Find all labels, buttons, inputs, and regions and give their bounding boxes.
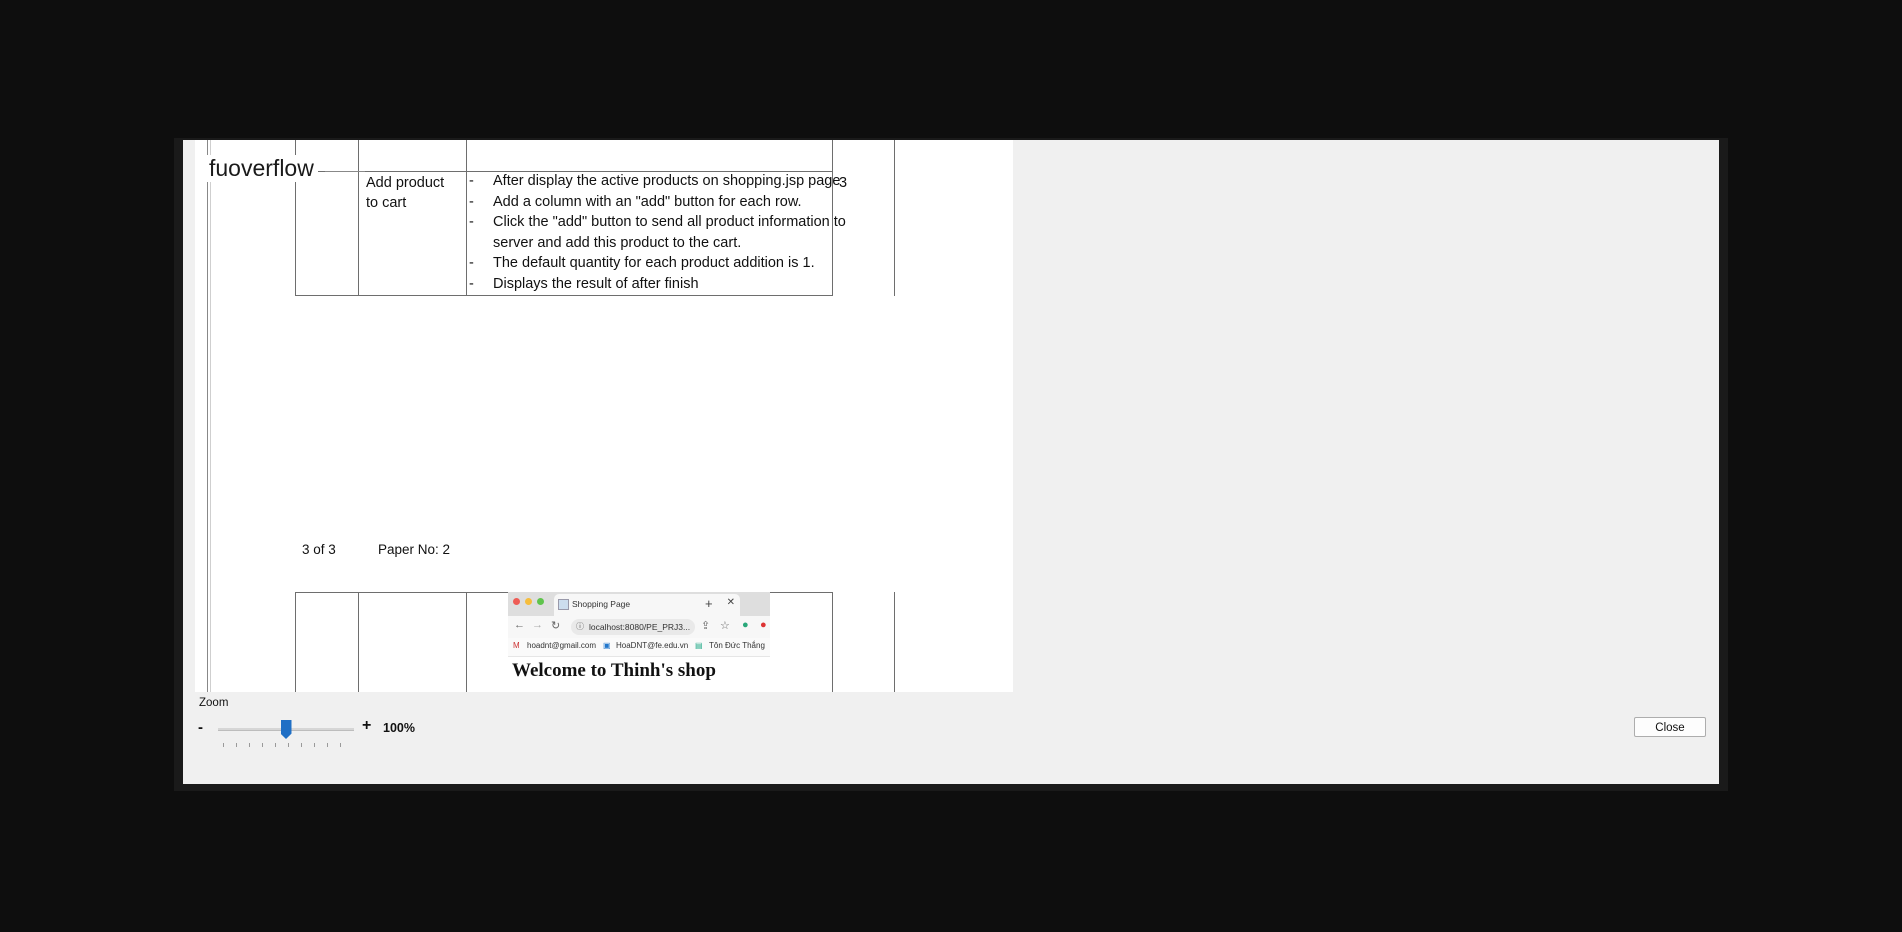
image-viewer-window: Add product to cart - After display the a…	[183, 140, 1719, 784]
reload-icon: ↻	[551, 620, 561, 632]
shop-heading: Welcome to Thinh's shop	[512, 660, 716, 681]
extension-icon: ●	[742, 619, 749, 631]
zoom-value: 100%	[383, 721, 415, 735]
requirement-text: The default quantity for each product ad…	[493, 255, 815, 272]
bookmarks-bar: M hoadnt@gmail.com ▣ HoaDNT@fe.edu.vn ▤ …	[508, 638, 770, 657]
requirement-text: Add a column with an "add" button for ea…	[493, 193, 802, 210]
back-arrow-icon: ←	[514, 619, 525, 631]
outlook-icon: ▣	[603, 641, 611, 650]
zoom-label: Zoom	[199, 697, 229, 709]
requirement-text: Click the "add" button to send all produ…	[493, 214, 846, 251]
bookmark-item: HoaDNT@fe.edu.vn	[616, 641, 689, 650]
table-line	[358, 140, 359, 296]
requirement-item: - Displays the result of after finish	[469, 275, 699, 292]
minimize-dot-icon	[525, 598, 532, 605]
browser-tab-title: Shopping Page	[572, 599, 631, 609]
zoom-slider-ticks	[223, 743, 353, 747]
page-info: 3 of 3	[302, 542, 336, 557]
zoom-slider-thumb[interactable]	[280, 720, 292, 739]
share-icon: ⇪	[701, 620, 711, 632]
tab-close-icon: ✕	[726, 597, 735, 608]
table-line	[295, 295, 833, 296]
bookmark-item: Tôn Đức Thắng	[709, 641, 765, 650]
requirement-text: After display the active products on sho…	[493, 173, 841, 189]
favicon-icon	[558, 599, 569, 610]
watermark: fuoverflow	[205, 155, 318, 182]
page-margin-line	[207, 140, 208, 692]
document-viewport[interactable]: Add product to cart - After display the a…	[195, 140, 1702, 692]
requirement-item: - After display the active products on sh…	[469, 173, 841, 189]
requirement-item: - Add a column with an "add" button for e…	[469, 193, 802, 210]
table-line	[894, 140, 895, 296]
requirements-list: - After display the active products on sh…	[469, 171, 889, 295]
page-margin-line-inner	[210, 140, 211, 692]
table-line	[466, 140, 467, 296]
table-line	[894, 592, 895, 692]
browser-address-row: ← → ↻ ⓘ localhost:8080/PE_PRJ3... ⇪ ☆ ● …	[508, 616, 770, 638]
table-line	[295, 592, 296, 692]
forward-arrow-icon: →	[532, 619, 543, 631]
table-line	[466, 592, 467, 692]
table-line	[832, 592, 833, 692]
info-icon: ⓘ	[576, 622, 584, 631]
browser-tab-bar: Shopping Page ✕ +	[508, 592, 770, 616]
close-button[interactable]: Close	[1634, 717, 1706, 737]
new-tab-icon: +	[705, 596, 713, 611]
feature-line: Add product	[366, 175, 445, 191]
paper-number: Paper No: 2	[378, 542, 451, 557]
star-icon: ☆	[720, 620, 730, 632]
zoom-out-button[interactable]: -	[198, 719, 203, 736]
mark-cell: 3	[839, 175, 848, 191]
document-page: Add product to cart - After display the a…	[195, 140, 1013, 692]
requirement-text: Displays the result of after finish	[493, 275, 699, 292]
table-line	[358, 592, 359, 692]
extension-icon: ●	[760, 619, 767, 631]
close-dot-icon	[513, 598, 520, 605]
bookmark-icon: ▤	[695, 641, 703, 650]
address-bar: ⓘ localhost:8080/PE_PRJ3...	[571, 619, 695, 635]
gmail-icon: M	[513, 641, 520, 650]
watermark-line	[325, 171, 365, 172]
requirement-item: - The default quantity for each product a…	[469, 255, 815, 272]
requirement-item: - Click the "add" button to send all prod…	[469, 214, 846, 251]
address-url: localhost:8080/PE_PRJ3...	[589, 622, 691, 632]
zoom-in-button[interactable]: +	[362, 717, 371, 735]
embedded-browser-screenshot: Shopping Page ✕ + ← → ↻ ⓘ localhost:8080…	[508, 592, 770, 692]
maximize-dot-icon	[537, 598, 544, 605]
bookmark-item: hoadnt@gmail.com	[527, 641, 597, 650]
feature-cell: Add product to cart	[366, 173, 444, 213]
feature-line: to cart	[366, 195, 407, 211]
